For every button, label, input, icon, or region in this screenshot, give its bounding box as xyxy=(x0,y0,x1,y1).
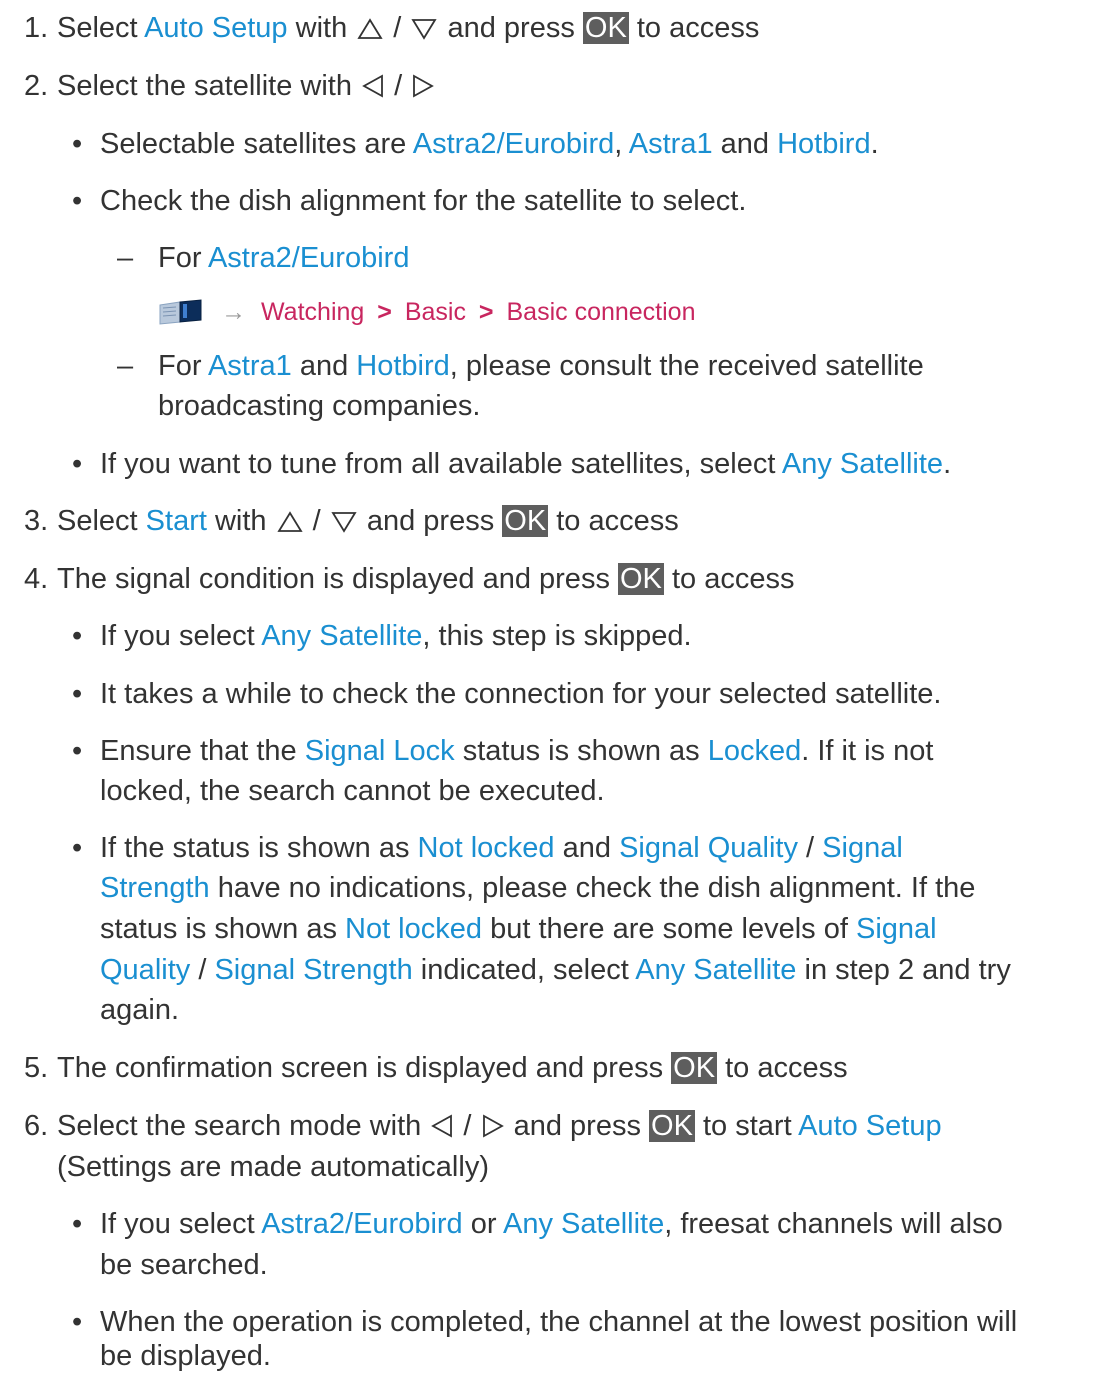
ok-key: OK xyxy=(502,505,549,537)
link-not-locked[interactable]: Not locked xyxy=(345,913,482,945)
ok-key: OK xyxy=(649,1110,695,1142)
list-item-continued: Quality / Signal Strength indicated, sel… xyxy=(100,954,1011,986)
list-item-continued: status is shown as Not locked but there … xyxy=(100,913,937,945)
list-item-continued: locked, the search cannot be executed. xyxy=(100,775,605,807)
down-triangle-icon xyxy=(411,19,438,40)
link-auto-setup[interactable]: Auto Setup xyxy=(144,12,288,44)
link-any-satellite[interactable]: Any Satellite xyxy=(261,620,422,652)
step-4: 4. The signal condition is displayed and… xyxy=(24,563,795,595)
crumb-basic-connection[interactable]: Basic connection xyxy=(506,298,695,326)
up-triangle-icon xyxy=(277,511,303,532)
emanual-book-icon[interactable] xyxy=(157,298,205,326)
right-triangle-icon xyxy=(413,74,435,98)
step-number: 6. xyxy=(24,1110,49,1142)
down-triangle-icon xyxy=(331,512,357,533)
link-auto-setup[interactable]: Auto Setup xyxy=(798,1110,942,1142)
link-hotbird[interactable]: Hotbird xyxy=(356,350,450,382)
step-number: 2. xyxy=(24,70,49,102)
link-signal-quality[interactable]: Quality xyxy=(100,954,190,986)
left-triangle-icon xyxy=(362,74,383,98)
crumb-basic[interactable]: Basic xyxy=(405,298,466,326)
step-number: 3. xyxy=(24,505,49,537)
link-any-satellite[interactable]: Any Satellite xyxy=(635,954,796,986)
ok-key: OK xyxy=(618,563,664,595)
step-5: 5. The confirmation screen is displayed … xyxy=(24,1052,848,1084)
link-any-satellite[interactable]: Any Satellite xyxy=(503,1208,664,1240)
step-6: 6. Select the search mode with / and pre… xyxy=(24,1110,942,1142)
link-astra2-eurobird[interactable]: Astra2/Eurobird xyxy=(413,128,615,160)
left-triangle-icon xyxy=(431,1114,453,1138)
step-2: 2. Select the satellite with / xyxy=(24,68,435,104)
step-number: 1. xyxy=(24,12,49,44)
step-number: 5. xyxy=(24,1052,49,1084)
dash-item-continued: broadcasting companies. xyxy=(158,390,481,422)
manual-page: 1. Select Auto Setup with / and press OK… xyxy=(24,12,1018,1372)
link-locked[interactable]: Locked xyxy=(708,735,802,767)
step-text: Select xyxy=(57,12,145,44)
link-hotbird[interactable]: Hotbird xyxy=(777,128,871,160)
link-signal-quality[interactable]: Signal Quality xyxy=(619,832,798,864)
right-triangle-icon xyxy=(482,1114,504,1138)
arrow-icon: → xyxy=(221,298,247,326)
list-item-continued: be searched. xyxy=(100,1249,268,1281)
step-1: 1. Select Auto Setup with / and press OK… xyxy=(24,12,760,44)
link-any-satellite[interactable]: Any Satellite xyxy=(782,448,943,480)
link-signal-strength[interactable]: Signal Strength xyxy=(214,954,412,986)
link-astra2-eurobird[interactable]: Astra2/Eurobird xyxy=(208,242,410,274)
link-not-locked[interactable]: Not locked xyxy=(418,832,555,864)
link-astra1[interactable]: Astra1 xyxy=(629,128,713,160)
ok-key: OK xyxy=(671,1052,718,1084)
crumb-watching[interactable]: Watching xyxy=(261,298,364,326)
link-astra1[interactable]: Astra1 xyxy=(208,350,292,382)
list-item-continued: Strength have no indications, please che… xyxy=(100,872,976,904)
step-3: 3. Select Start with / and press OK to a… xyxy=(24,505,679,537)
list-item-continued: be displayed. xyxy=(100,1340,271,1372)
step-6-continued: (Settings are made automatically) xyxy=(57,1151,489,1183)
link-signal-quality[interactable]: Signal xyxy=(856,913,937,945)
link-astra2-eurobird[interactable]: Astra2/Eurobird xyxy=(261,1208,463,1240)
link-signal-strength[interactable]: Signal xyxy=(822,832,903,864)
link-signal-lock[interactable]: Signal Lock xyxy=(305,735,455,767)
link-start[interactable]: Start xyxy=(146,505,207,537)
list-item-continued: again. xyxy=(100,994,180,1026)
step-number: 4. xyxy=(24,563,49,595)
breadcrumb: → Watching > Basic > Basic connection xyxy=(157,293,696,330)
ok-key: OK xyxy=(582,12,629,44)
up-triangle-icon xyxy=(357,18,383,39)
link-signal-strength[interactable]: Strength xyxy=(100,872,210,904)
